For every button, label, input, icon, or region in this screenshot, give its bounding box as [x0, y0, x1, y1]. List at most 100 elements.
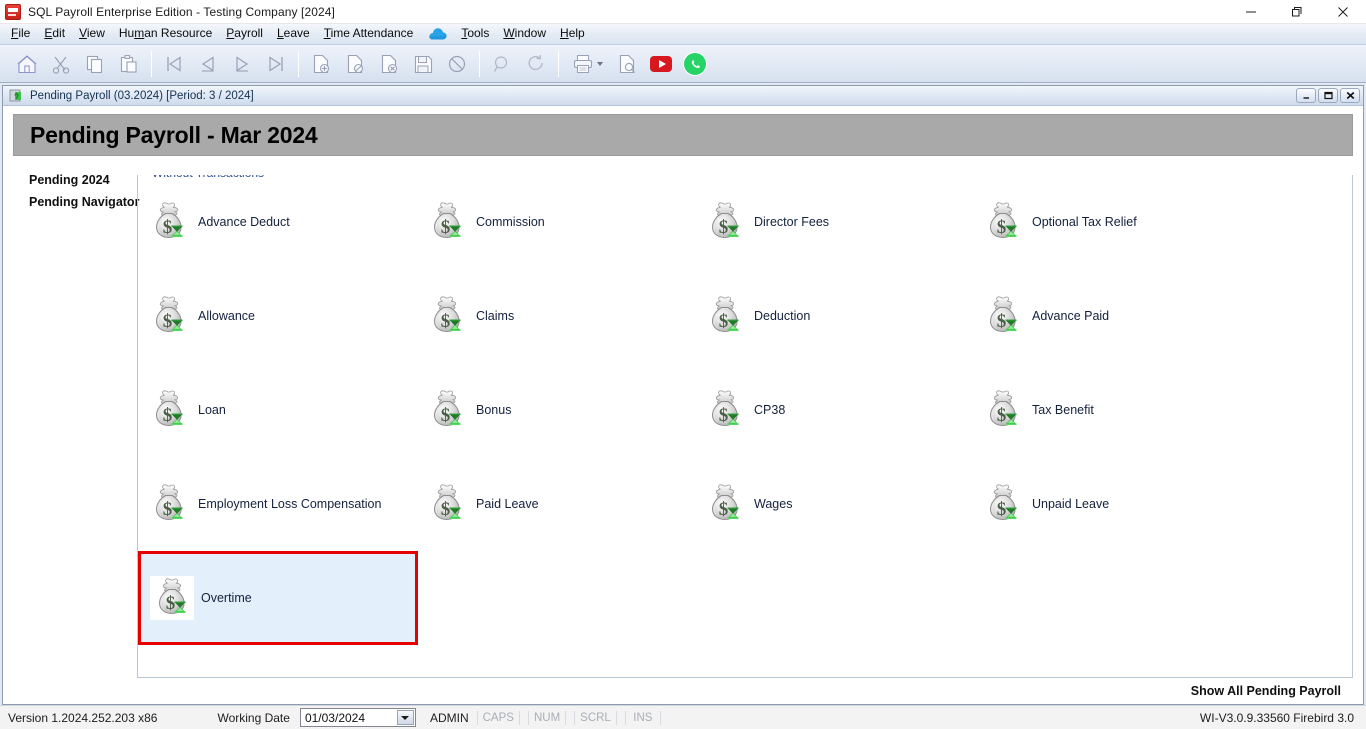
toolbar-separator — [151, 51, 152, 77]
mdi-maximize-button[interactable] — [1318, 88, 1338, 103]
save-icon[interactable] — [406, 48, 440, 80]
pending-item-tax-benefit[interactable]: $ Tax Benefit — [972, 363, 1252, 457]
toolbar-separator — [479, 51, 480, 77]
copy-icon[interactable] — [78, 48, 112, 80]
group-caption: Without Transactions — [148, 175, 270, 180]
pending-item-advance-paid[interactable]: $ Advance Paid — [972, 269, 1252, 363]
money-bag-pending-icon: $ — [425, 294, 469, 338]
money-bag-pending-icon: $ — [981, 482, 1025, 526]
restore-button[interactable] — [1274, 0, 1320, 24]
svg-text:$: $ — [163, 311, 173, 332]
refresh-icon[interactable] — [519, 48, 553, 80]
database-info-label: WI-V3.0.9.33560 Firebird 3.0 — [1200, 711, 1354, 725]
svg-text:$: $ — [719, 405, 729, 426]
application-window: SQL Payroll Enterprise Edition - Testing… — [0, 0, 1366, 729]
page-content: Pending 2024 Pending Navigator Without T… — [13, 166, 1353, 704]
youtube-icon[interactable] — [644, 48, 678, 80]
pending-item-bonus[interactable]: $ Bonus — [416, 363, 696, 457]
pending-item-label: Advance Deduct — [198, 215, 290, 229]
menu-file[interactable]: File — [4, 25, 37, 43]
pending-item-loan[interactable]: $ Loan — [138, 363, 418, 457]
mdi-window-title: Pending Payroll (03.2024) [Period: 3 / 2… — [30, 90, 254, 102]
cloud-icon[interactable] — [425, 26, 449, 42]
menu-time-attendance[interactable]: Time Attendance — [317, 25, 421, 43]
page-title: Pending Payroll - Mar 2024 — [30, 122, 318, 149]
whatsapp-icon[interactable] — [678, 48, 712, 80]
money-bag-pending-icon: $ — [425, 482, 469, 526]
sidebar-item-pending-navigator[interactable]: Pending Navigator — [21, 192, 137, 214]
show-all-pending-payroll-link[interactable]: Show All Pending Payroll — [1191, 684, 1341, 698]
delete-record-icon[interactable] — [372, 48, 406, 80]
search-icon[interactable] — [485, 48, 519, 80]
pending-item-claims[interactable]: $ Claims — [416, 269, 696, 363]
pending-item-label: Optional Tax Relief — [1032, 215, 1137, 229]
pending-item-label: Claims — [476, 309, 514, 323]
pending-item-label: CP38 — [754, 403, 785, 417]
window-controls — [1228, 0, 1366, 24]
pending-item-employment-loss-compensation[interactable]: $ Employment Loss Compensation — [138, 457, 418, 551]
money-bag-pending-icon: $ — [425, 200, 469, 244]
pending-item-allowance[interactable]: $ Allowance — [138, 269, 418, 363]
next-record-icon[interactable] — [225, 48, 259, 80]
cut-icon[interactable] — [44, 48, 78, 80]
menu-leave[interactable]: Leave — [270, 25, 317, 43]
menu-view[interactable]: View — [72, 25, 112, 43]
pending-item-paid-leave[interactable]: $ Paid Leave — [416, 457, 696, 551]
money-bag-pending-icon: $ — [703, 200, 747, 244]
print-icon[interactable] — [564, 48, 610, 80]
sql-app-icon — [5, 4, 21, 20]
pending-item-wages[interactable]: $ Wages — [694, 457, 974, 551]
pending-item-label: Employment Loss Compensation — [198, 497, 381, 511]
working-date-input[interactable]: 01/03/2024 — [300, 708, 416, 727]
sidebar: Pending 2024 Pending Navigator — [13, 166, 137, 704]
working-date-value: 01/03/2024 — [301, 711, 365, 725]
paste-icon[interactable] — [112, 48, 146, 80]
current-user-label: ADMIN — [430, 711, 469, 725]
working-date-label: Working Date — [217, 711, 289, 725]
menu-window[interactable]: Window — [496, 25, 553, 43]
mdi-titlebar: Pending Payroll (03.2024) [Period: 3 / 2… — [3, 86, 1363, 106]
menu-payroll[interactable]: Payroll — [219, 25, 270, 43]
menu-help[interactable]: Help — [553, 25, 592, 43]
money-bag-pending-icon: $ — [147, 482, 191, 526]
close-button[interactable] — [1320, 0, 1366, 24]
pending-item-label: Director Fees — [754, 215, 829, 229]
menu-edit[interactable]: Edit — [37, 25, 72, 43]
home-icon[interactable] — [10, 48, 44, 80]
pending-item-optional-tax-relief[interactable]: $ Optional Tax Relief — [972, 175, 1252, 269]
mdi-close-button[interactable] — [1340, 88, 1360, 103]
pending-item-label: Wages — [754, 497, 792, 511]
chevron-down-icon[interactable] — [597, 62, 603, 66]
pending-item-director-fees[interactable]: $ Director Fees — [694, 175, 974, 269]
pending-item-overtime[interactable]: $ Overtime — [138, 551, 418, 645]
mdi-minimize-button[interactable] — [1296, 88, 1316, 103]
pending-item-advance-deduct[interactable]: $ Advance Deduct — [138, 175, 418, 269]
svg-text:$: $ — [163, 499, 173, 520]
sidebar-item-pending-2024[interactable]: Pending 2024 — [21, 170, 137, 192]
pending-item-unpaid-leave[interactable]: $ Unpaid Leave — [972, 457, 1252, 551]
pending-item-cp38[interactable]: $ CP38 — [694, 363, 974, 457]
first-record-icon[interactable] — [157, 48, 191, 80]
new-record-icon[interactable] — [304, 48, 338, 80]
pending-item-commission[interactable]: $ Commission — [416, 175, 696, 269]
previous-record-icon[interactable] — [191, 48, 225, 80]
money-bag-pending-icon: $ — [147, 388, 191, 432]
window-titlebar: SQL Payroll Enterprise Edition - Testing… — [0, 0, 1366, 24]
cancel-icon[interactable] — [440, 48, 474, 80]
minimize-button[interactable] — [1228, 0, 1274, 24]
menu-tools[interactable]: Tools — [454, 25, 496, 43]
menu-human-resource[interactable]: Human Resource — [112, 25, 219, 43]
calendar-dropdown-icon[interactable] — [397, 710, 414, 725]
money-bag-pending-icon: $ — [703, 388, 747, 432]
pending-item-deduction[interactable]: $ Deduction — [694, 269, 974, 363]
edit-record-icon[interactable] — [338, 48, 372, 80]
print-preview-icon[interactable] — [610, 48, 644, 80]
pending-item-label: Unpaid Leave — [1032, 497, 1109, 511]
svg-text:$: $ — [441, 405, 451, 426]
svg-text:$: $ — [997, 217, 1007, 238]
money-bag-pending-icon: $ — [703, 294, 747, 338]
menu-file-label-rest: ile — [18, 26, 30, 40]
last-record-icon[interactable] — [259, 48, 293, 80]
pending-payroll-icon — [9, 88, 24, 103]
pending-item-label: Commission — [476, 215, 545, 229]
